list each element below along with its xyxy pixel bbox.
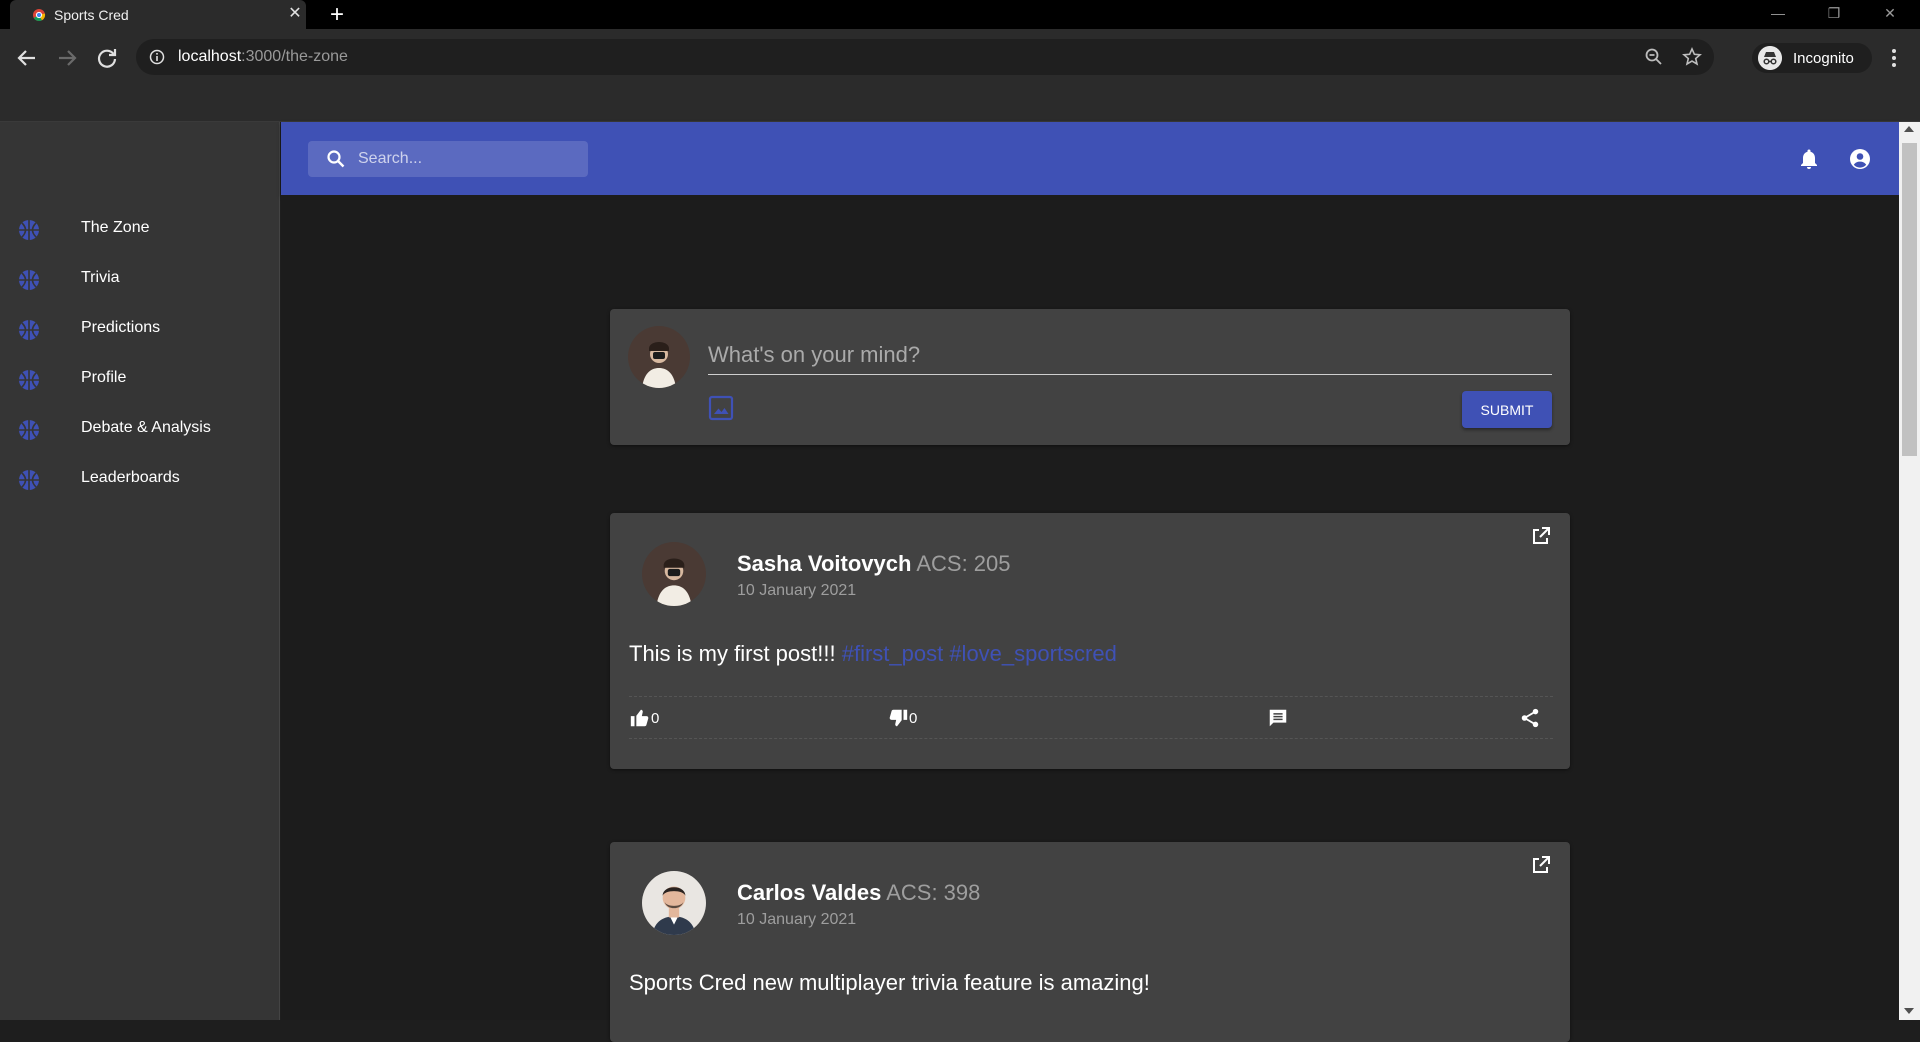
url-host: localhost <box>178 48 242 65</box>
incognito-label: Incognito <box>1793 50 1854 67</box>
user-photo-icon <box>628 326 690 388</box>
scroll-up-arrow-icon[interactable] <box>1904 126 1914 132</box>
sidebar-item-label: The Zone <box>81 219 150 236</box>
author-acs-score: ACS: 398 <box>886 880 981 905</box>
thumb-down-icon <box>889 709 908 727</box>
post-author[interactable]: Carlos Valdes ACS: 398 <box>737 880 980 906</box>
post-text: Sports Cred new multiplayer trivia featu… <box>629 970 1150 995</box>
post-input[interactable] <box>708 339 1552 371</box>
add-image-icon[interactable] <box>708 395 734 421</box>
post-text: This is my first post!!! <box>629 641 836 666</box>
bookmark-bar <box>0 89 1920 122</box>
sidebar-item-profile[interactable]: Profile <box>0 354 280 404</box>
thumb-up-icon <box>630 709 649 727</box>
app-bar <box>281 122 1899 195</box>
user-photo-icon <box>642 871 706 935</box>
post-text-field[interactable] <box>708 331 1552 375</box>
kebab-menu-icon[interactable] <box>1882 42 1906 74</box>
sidebar-item-label: Trivia <box>81 269 120 286</box>
like-button[interactable]: 0 <box>629 707 665 729</box>
avatar[interactable] <box>642 542 706 606</box>
post-author[interactable]: Sasha Voitovych ACS: 205 <box>737 551 1011 577</box>
basketball-icon <box>19 220 39 240</box>
dislike-button[interactable]: 0 <box>887 707 923 729</box>
sidebar-item-trivia[interactable]: Trivia <box>0 254 280 304</box>
post-body: This is my first post!!! #first_post #lo… <box>629 641 1117 667</box>
author-acs-score: ACS: 205 <box>916 551 1011 576</box>
user-photo-icon <box>642 542 706 606</box>
post-actions: 0 0 <box>629 696 1553 739</box>
author-name[interactable]: Carlos Valdes <box>737 880 881 905</box>
basketball-icon <box>19 270 39 290</box>
browser-tab[interactable]: Sports Cred ✕ <box>10 0 306 29</box>
basketball-icon <box>19 470 39 490</box>
sidebar-item-debate-analysis[interactable]: Debate & Analysis <box>0 404 280 454</box>
share-icon[interactable] <box>1519 707 1541 729</box>
site-info-icon[interactable] <box>149 49 165 65</box>
sidebar-item-predictions[interactable]: Predictions <box>0 304 280 354</box>
new-tab-button[interactable]: + <box>324 2 350 28</box>
scroll-down-arrow-icon[interactable] <box>1904 1008 1914 1014</box>
scroll-thumb[interactable] <box>1902 143 1917 456</box>
dislike-count: 0 <box>909 710 918 727</box>
post-body: Sports Cred new multiplayer trivia featu… <box>629 970 1150 996</box>
avatar[interactable] <box>628 326 690 388</box>
search-input[interactable] <box>358 141 583 177</box>
browser-tab-strip: Sports Cred ✕ + — ❐ ✕ <box>0 0 1920 29</box>
url-text[interactable]: localhost:3000/the-zone <box>178 48 348 66</box>
avatar[interactable] <box>642 871 706 935</box>
post-composer-card: SUBMIT <box>610 309 1570 445</box>
basketball-icon <box>19 320 39 340</box>
chrome-favicon-icon <box>33 9 46 22</box>
sidebar-item-label: Profile <box>81 369 127 386</box>
submit-button[interactable]: SUBMIT <box>1462 391 1552 428</box>
browser-toolbar: localhost:3000/the-zone Incognito <box>0 29 1920 89</box>
author-name[interactable]: Sasha Voitovych <box>737 551 911 576</box>
open-in-new-icon[interactable] <box>1530 525 1552 547</box>
post-date: 10 January 2021 <box>737 911 857 928</box>
zoom-icon[interactable] <box>1644 47 1664 67</box>
open-in-new-icon[interactable] <box>1530 854 1552 876</box>
minimize-window-button[interactable]: — <box>1750 0 1806 29</box>
reload-icon[interactable] <box>91 42 123 74</box>
tab-title: Sports Cred <box>54 7 129 23</box>
notifications-bell-icon[interactable] <box>1797 147 1821 171</box>
url-path: :3000/the-zone <box>241 48 348 65</box>
sidebar-item-label: Leaderboards <box>81 469 180 486</box>
post-card: Carlos Valdes ACS: 398 10 January 2021 S… <box>610 842 1570 1042</box>
basketball-icon <box>19 370 39 390</box>
back-arrow-icon[interactable] <box>11 42 43 74</box>
address-bar[interactable]: localhost:3000/the-zone <box>136 39 1714 75</box>
sidebar-item-leaderboards[interactable]: Leaderboards <box>0 454 280 504</box>
sidebar-item-label: Predictions <box>81 319 161 336</box>
incognito-badge[interactable]: Incognito <box>1752 43 1872 73</box>
search-box[interactable] <box>308 141 588 177</box>
post-card: Sasha Voitovych ACS: 205 10 January 2021… <box>610 513 1570 769</box>
restore-window-button[interactable]: ❐ <box>1806 0 1862 29</box>
basketball-icon <box>19 420 39 440</box>
post-date: 10 January 2021 <box>737 582 857 599</box>
bookmark-star-icon[interactable] <box>1682 47 1702 67</box>
like-count: 0 <box>651 710 660 727</box>
close-window-button[interactable]: ✕ <box>1862 0 1918 29</box>
comment-icon[interactable] <box>1267 707 1289 729</box>
account-circle-icon[interactable] <box>1848 147 1872 171</box>
post-hashtags[interactable]: #first_post #love_sportscred <box>842 641 1117 666</box>
sidebar-item-the-zone[interactable]: The Zone <box>0 204 280 254</box>
page-scrollbar[interactable] <box>1899 122 1920 1020</box>
main-feed: SUBMIT Sasha Voitovych ACS: 205 10 Janua… <box>281 195 1899 1042</box>
sidebar-item-label: Debate & Analysis <box>81 419 211 436</box>
tab-close-icon[interactable]: ✕ <box>286 5 304 23</box>
forward-arrow-icon[interactable] <box>51 42 83 74</box>
search-icon <box>327 150 345 168</box>
incognito-icon <box>1758 46 1782 70</box>
sidebar: The Zone Trivia Predictions Profile Deba… <box>0 122 280 1020</box>
